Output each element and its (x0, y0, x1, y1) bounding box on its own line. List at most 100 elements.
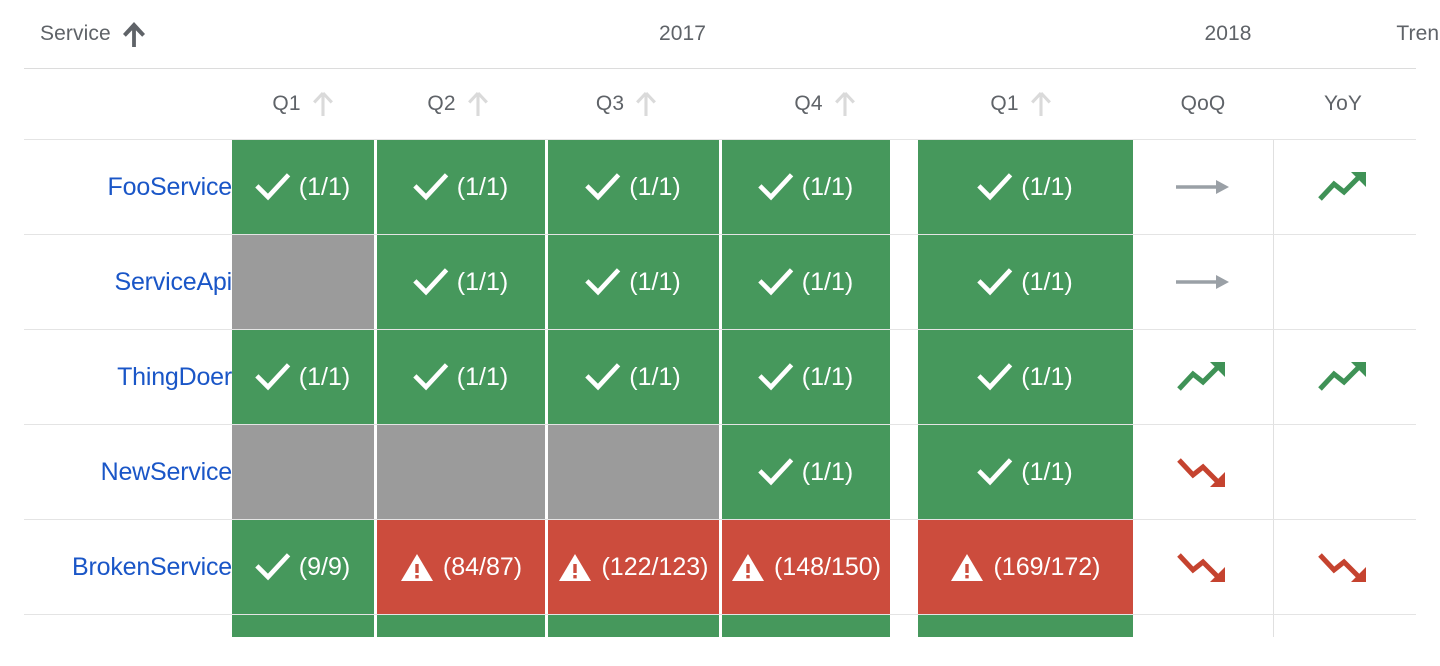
status-ratio: (1/1) (1021, 362, 1073, 391)
status-cell[interactable]: (1/1) (232, 330, 374, 424)
column-header-2018q1-label: Q1 (990, 92, 1019, 115)
trend-up-icon (1176, 360, 1230, 394)
group-header-2017-label: 2017 (658, 22, 707, 45)
check-icon (977, 458, 1013, 486)
check-icon (758, 363, 794, 391)
table-row[interactable]: NewService (1/1) (1/1) (24, 425, 1416, 520)
status-cell[interactable] (722, 615, 890, 637)
table-group-header-row: Service 2017 2018 Trends (24, 0, 1440, 69)
column-header-2018q1[interactable]: Q1 (938, 69, 1105, 139)
group-header-2017: 2017 (232, 0, 1133, 68)
status-cell[interactable] (377, 615, 545, 637)
column-header-qoq[interactable]: QoQ (1133, 69, 1273, 139)
status-cell[interactable]: (1/1) (377, 235, 545, 329)
qoq-trend-cell[interactable] (1133, 330, 1273, 424)
status-ratio: (1/1) (1021, 267, 1073, 296)
check-icon (758, 268, 794, 296)
status-cell[interactable]: (1/1) (548, 330, 719, 424)
trend-down-icon (1176, 550, 1230, 584)
status-cell-empty[interactable] (548, 425, 719, 519)
status-ratio: (1/1) (1021, 172, 1073, 201)
column-header-2017q4-label: Q4 (794, 92, 823, 115)
service-link[interactable]: NewService (24, 425, 248, 519)
status-cell-empty[interactable] (232, 425, 374, 519)
status-cell[interactable]: (1/1) (377, 140, 545, 234)
status-cell-empty[interactable] (377, 425, 545, 519)
service-link[interactable]: ThingDoer (24, 330, 248, 424)
group-header-service[interactable]: Service (40, 0, 220, 68)
yoy-trend-cell[interactable] (1273, 330, 1413, 424)
status-ratio: (84/87) (442, 552, 523, 581)
table-row[interactable]: FooService (1/1) (1/1) (1/1) (1/1) (1/1) (24, 140, 1416, 235)
column-header-2017q4[interactable]: Q4 (742, 69, 909, 139)
yoy-trend-cell[interactable] (1273, 425, 1413, 519)
status-cell[interactable]: (1/1) (918, 425, 1133, 519)
service-link[interactable]: BrokenService (24, 520, 248, 614)
status-cell[interactable]: (1/1) (722, 425, 890, 519)
check-icon (255, 363, 291, 391)
table-column-header-row: Q1 Q2 Q3 Q4 Q1 QoQ YoY (24, 69, 1416, 140)
status-ratio: (148/150) (773, 552, 882, 581)
yoy-trend-cell[interactable] (1273, 140, 1413, 234)
status-ratio: (1/1) (456, 267, 509, 296)
column-header-2017q1[interactable]: Q1 (232, 69, 375, 139)
status-cell[interactable]: (1/1) (918, 235, 1133, 329)
table-body: FooService (1/1) (1/1) (1/1) (1/1) (1/1)… (24, 140, 1416, 637)
check-icon (758, 458, 794, 486)
column-header-2017q2[interactable]: Q2 (375, 69, 542, 139)
trend-up-icon (1317, 360, 1371, 394)
status-cell[interactable] (918, 615, 1133, 637)
sort-arrow-up-active-icon[interactable] (121, 19, 147, 49)
status-cell[interactable]: (1/1) (918, 330, 1133, 424)
column-header-2017q1-label: Q1 (272, 92, 301, 115)
warning-icon (731, 552, 765, 582)
status-cell[interactable] (232, 615, 374, 637)
status-cell[interactable] (548, 615, 719, 637)
sort-arrow-up-inactive-icon[interactable] (634, 90, 658, 118)
status-cell[interactable]: (1/1) (722, 330, 890, 424)
check-icon (255, 173, 291, 201)
trend-flat-icon (1174, 271, 1232, 293)
status-cell[interactable]: (1/1) (377, 330, 545, 424)
column-header-2017q3[interactable]: Q3 (542, 69, 712, 139)
check-icon (413, 268, 449, 296)
check-icon (585, 363, 621, 391)
trend-down-icon (1176, 455, 1230, 489)
status-cell[interactable]: (1/1) (232, 140, 374, 234)
qoq-trend-cell[interactable] (1133, 235, 1273, 329)
column-header-yoy[interactable]: YoY (1273, 69, 1413, 139)
table-row[interactable]: BrokenService (9/9) (84/87) (122/123) (1… (24, 520, 1416, 615)
status-cell[interactable]: (1/1) (918, 140, 1133, 234)
yoy-trend-cell[interactable] (1273, 520, 1413, 614)
table-row[interactable]: ServiceApi (1/1) (1/1) (1/1) (1/1) (24, 235, 1416, 330)
qoq-trend-cell[interactable] (1133, 425, 1273, 519)
trend-down-icon (1317, 550, 1371, 584)
table-row[interactable]: ThingDoer (1/1) (1/1) (1/1) (1/1) (1/1) (24, 330, 1416, 425)
status-cell[interactable]: (169/172) (918, 520, 1133, 614)
status-cell[interactable]: (84/87) (377, 520, 545, 614)
status-cell[interactable]: (122/123) (548, 520, 719, 614)
status-cell-empty[interactable] (232, 235, 374, 329)
warning-icon (400, 552, 434, 582)
status-cell[interactable]: (1/1) (548, 140, 719, 234)
status-cell[interactable]: (1/1) (722, 235, 890, 329)
column-header-2017q3-label: Q3 (595, 92, 625, 115)
status-cell[interactable]: (9/9) (232, 520, 374, 614)
sort-arrow-up-inactive-icon[interactable] (833, 90, 857, 118)
sort-arrow-up-inactive-icon[interactable] (466, 90, 490, 118)
qoq-trend-cell[interactable] (1133, 520, 1273, 614)
status-cell[interactable]: (148/150) (722, 520, 890, 614)
status-ratio: (169/172) (993, 552, 1101, 581)
table-row-partial[interactable] (24, 615, 1416, 637)
yoy-trend-cell[interactable] (1273, 615, 1413, 637)
sort-arrow-up-inactive-icon[interactable] (1029, 90, 1053, 118)
yoy-trend-cell[interactable] (1273, 235, 1413, 329)
qoq-trend-cell[interactable] (1133, 140, 1273, 234)
status-cell[interactable]: (1/1) (548, 235, 719, 329)
status-ratio: (122/123) (601, 552, 709, 581)
sort-arrow-up-inactive-icon[interactable] (311, 90, 335, 118)
status-ratio: (1/1) (298, 362, 351, 391)
service-link[interactable]: FooService (24, 140, 248, 234)
service-link[interactable]: ServiceApi (24, 235, 248, 329)
status-cell[interactable]: (1/1) (722, 140, 890, 234)
